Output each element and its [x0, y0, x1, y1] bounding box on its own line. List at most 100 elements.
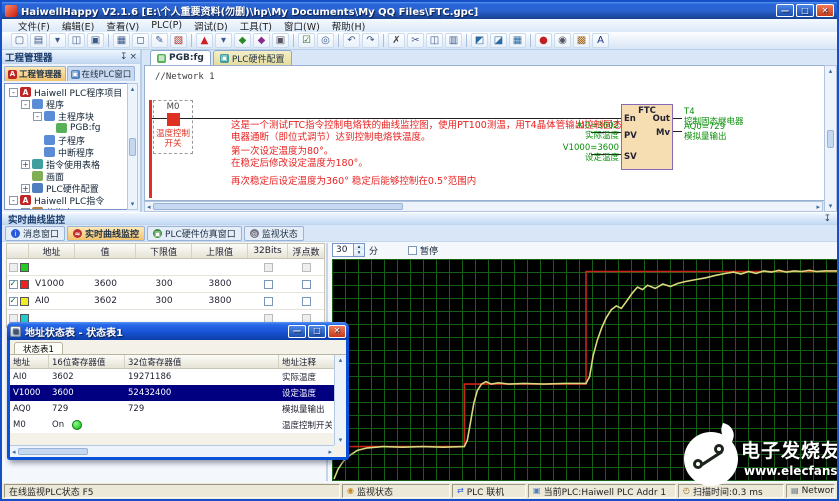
properties-icon[interactable]: ▧ — [170, 33, 187, 48]
float-checkbox[interactable] — [302, 280, 311, 289]
maximize-button[interactable]: □ — [308, 325, 326, 338]
tab-message-window[interactable]: i消息窗口 — [5, 226, 65, 241]
paste-icon[interactable]: ▥ — [445, 33, 462, 48]
scroll-right-icon[interactable]: ▸ — [328, 448, 332, 456]
minutes-input[interactable]: 30 — [332, 243, 354, 257]
watch-table-row[interactable] — [7, 259, 324, 276]
watch-table-row[interactable]: ✓V100036003003800 — [7, 276, 324, 293]
collapse-icon[interactable]: - — [21, 208, 30, 211]
current-plc-indicator[interactable]: ▣ 当前PLC:Haiwell PLC Addr 1 — [528, 484, 676, 498]
menu-view[interactable]: 查看(V) — [100, 19, 145, 33]
scroll-down-icon[interactable]: ▾ — [131, 200, 135, 208]
status-table-row[interactable]: AI0360219271186实际温度 — [10, 369, 346, 385]
tree-item-pgb-fg[interactable]: PGB:fg — [7, 122, 137, 134]
panel-pin-icon[interactable]: ↧ — [120, 52, 128, 62]
new-file-icon[interactable]: ▢ — [11, 33, 28, 48]
row-enable-checkbox[interactable]: ✓ — [9, 297, 18, 306]
bits32-checkbox[interactable] — [264, 263, 273, 272]
scroll-up-icon[interactable]: ▴ — [829, 67, 833, 75]
scroll-up-icon[interactable]: ▴ — [131, 85, 135, 93]
collapse-icon[interactable]: - — [21, 100, 30, 109]
edit-icon[interactable]: ✎ — [151, 33, 168, 48]
time-window-spinner[interactable]: 30 ▴ ▾ 分 — [332, 243, 378, 257]
ladder-editor-canvas[interactable]: //Network 1 M0 温度控制开关 这是一个测试FTC指令控制电烙铁的曲… — [144, 65, 828, 201]
editor-horizontal-scrollbar[interactable]: ◂ ▸ — [144, 201, 823, 212]
menu-window[interactable]: 窗口(W) — [278, 19, 326, 33]
status-window-titlebar[interactable]: ▦ 地址状态表 - 状态表1 — □ ✕ — [7, 322, 349, 340]
panel-close-icon[interactable]: × — [129, 52, 137, 62]
pause-checkbox[interactable] — [408, 246, 417, 255]
stop-plc-icon[interactable]: ● — [535, 33, 552, 48]
find-icon[interactable]: ◎ — [317, 33, 334, 48]
close-button[interactable]: ✕ — [328, 325, 346, 338]
tab-project-manager[interactable]: A 工程管理器 — [4, 66, 66, 81]
save-icon[interactable]: ◫ — [68, 33, 85, 48]
open-file-icon[interactable]: ▤ — [30, 33, 47, 48]
monitor-status-indicator[interactable]: ◉ 监视状态 — [342, 484, 450, 498]
tab-watch-status[interactable]: ◎监视状态 — [244, 226, 304, 241]
ftc-function-block[interactable]: FTC En PV SV Out Mv — [621, 104, 673, 170]
bits32-checkbox[interactable] — [264, 297, 273, 306]
watch-table-row[interactable]: ✓AI036023003800 — [7, 293, 324, 310]
collapse-icon[interactable]: - — [9, 88, 18, 97]
menu-debug[interactable]: 调试(D) — [188, 19, 234, 33]
cut-icon[interactable]: ✂ — [407, 33, 424, 48]
undo-icon[interactable]: ↶ — [343, 33, 360, 48]
tree-item-main-program-block[interactable]: -主程序块 — [7, 110, 137, 122]
collapse-icon[interactable]: - — [9, 196, 18, 205]
scroll-down-icon[interactable]: ▾ — [339, 436, 343, 444]
tree-item-screen[interactable]: 画面 — [7, 170, 137, 182]
curve-monitor-icon[interactable]: ◪ — [490, 33, 507, 48]
run-plc-icon[interactable]: ◉ — [554, 33, 571, 48]
scroll-left-icon[interactable]: ◂ — [12, 448, 16, 456]
upload-from-plc-icon[interactable]: ◆ — [253, 33, 270, 48]
title-bar[interactable]: HaiwellHappy V2.1.6 [E:\个人重要资料(勿删)\hp\My… — [2, 2, 837, 19]
tab-online-plc-window[interactable]: ▣ 在线PLC窗口 — [67, 66, 136, 81]
tab-plc-hardware-config[interactable]: ▣ PLC硬件配置 — [213, 50, 292, 65]
editor-vertical-scrollbar[interactable]: ▴ ▾ — [824, 65, 837, 212]
expand-icon[interactable]: + — [21, 184, 30, 193]
tab-simulation[interactable]: ▣PLC硬件仿真窗口 — [147, 226, 242, 241]
copy-icon[interactable]: ◫ — [426, 33, 443, 48]
status-table-icon[interactable]: ▦ — [509, 33, 526, 48]
float-checkbox[interactable] — [302, 263, 311, 272]
tab-pgb-fg[interactable]: ▦ PGB:fg — [150, 50, 211, 65]
delete-icon[interactable]: ✗ — [388, 33, 405, 48]
address-status-window[interactable]: ▦ 地址状态表 - 状态表1 — □ ✕ 状态表1 地址 16位寄存器值 32位… — [7, 322, 349, 460]
contact-selection-box[interactable]: M0 温度控制开关 — [153, 100, 193, 154]
menu-file[interactable]: 文件(F) — [12, 19, 56, 33]
scrollbar-thumb[interactable] — [827, 130, 834, 148]
tree-item-program[interactable]: -程序 — [7, 98, 137, 110]
curve-chart[interactable] — [332, 259, 837, 481]
menu-edit[interactable]: 编辑(E) — [56, 19, 100, 33]
expand-icon[interactable]: + — [21, 160, 30, 169]
open-dropdown-icon[interactable]: ▾ — [49, 33, 66, 48]
panel-pin-icon[interactable]: ↧ — [823, 214, 831, 224]
contact-m0[interactable] — [167, 113, 180, 126]
scrollbar-thumb[interactable] — [153, 203, 403, 210]
row-enable-checkbox[interactable] — [9, 263, 18, 272]
scroll-up-icon[interactable]: ▴ — [339, 356, 343, 364]
haiwell-logo-icon[interactable]: ▲ — [196, 33, 213, 48]
tree-item-instruction-usage-table[interactable]: +指令使用表格 — [7, 158, 137, 170]
tree-item-interrupt-program[interactable]: 中断程序 — [7, 146, 137, 158]
status-table-row[interactable]: AQ0729729模拟量输出 — [10, 401, 346, 417]
scroll-left-icon[interactable]: ◂ — [147, 203, 151, 211]
collapse-icon[interactable]: - — [33, 112, 42, 121]
redo-icon[interactable]: ↷ — [362, 33, 379, 48]
maximize-button[interactable]: □ — [796, 4, 814, 17]
scrollbar-thumb[interactable] — [18, 448, 88, 455]
syntax-check-icon[interactable]: ☑ — [298, 33, 315, 48]
plc-config-icon[interactable]: ▩ — [573, 33, 590, 48]
minimize-button[interactable]: — — [776, 4, 794, 17]
menu-help[interactable]: 帮助(H) — [326, 19, 372, 33]
float-checkbox[interactable] — [302, 297, 311, 306]
close-button[interactable]: ✕ — [816, 4, 834, 17]
tab-curve-monitor[interactable]: ≈实时曲线监控 — [67, 226, 145, 241]
tree-item-project-root[interactable]: -AHaiwell PLC程序项目 — [7, 86, 137, 98]
status-horizontal-scrollbar[interactable]: ◂ ▸ — [10, 445, 334, 457]
tree-item-sub-program[interactable]: 子程序 — [7, 134, 137, 146]
bits32-checkbox[interactable] — [264, 280, 273, 289]
tree-item-plc-instructions[interactable]: -AHaiwell PLC指令 — [7, 194, 137, 206]
pause-control[interactable]: 暂停 — [408, 244, 438, 257]
